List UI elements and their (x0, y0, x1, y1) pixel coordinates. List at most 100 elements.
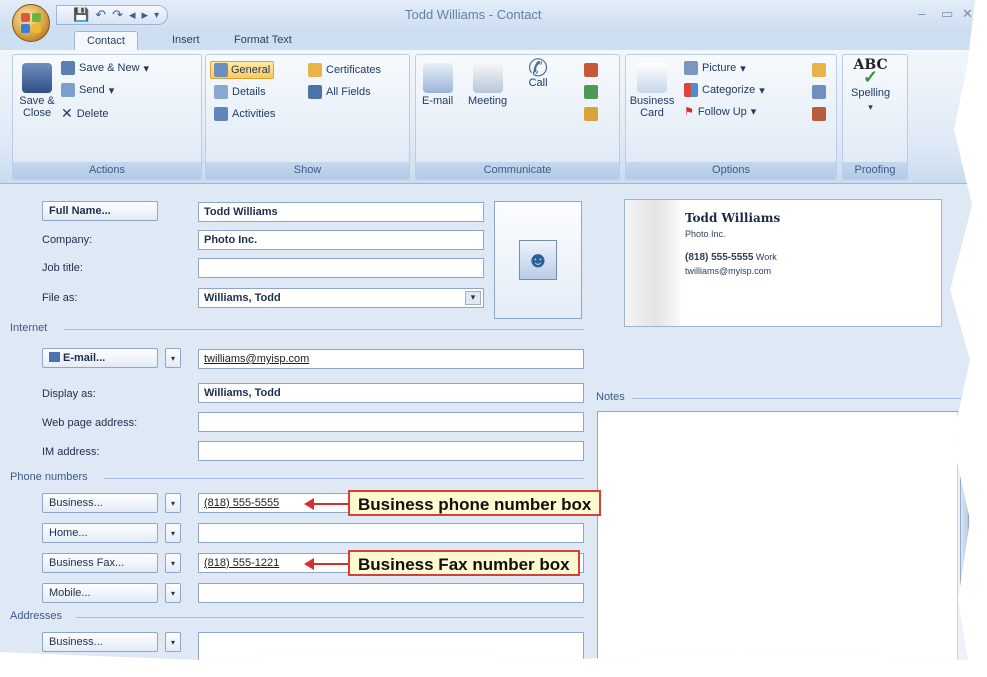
business-card-label: Business Card (629, 95, 675, 119)
email-button[interactable]: E-mail (422, 63, 453, 107)
office-button[interactable] (12, 4, 50, 42)
spelling-label: Spelling (851, 87, 891, 99)
group-label-proofing: Proofing (843, 162, 907, 179)
minimize-button[interactable]: – (918, 6, 925, 21)
send-label: Send (79, 84, 105, 96)
chevron-down-icon[interactable]: ▾ (465, 291, 481, 305)
close-button[interactable]: ✕ (962, 6, 973, 22)
map-icon[interactable] (584, 63, 598, 77)
details-label: Details (232, 86, 266, 98)
business-fax-dropdown[interactable]: ▾ (165, 553, 181, 573)
certificates-button[interactable]: Certificates (308, 63, 381, 77)
file-as-label: File as: (42, 292, 78, 304)
group-actions: Save & Close Save & New ▾ Send ▾ ✕ Delete … (12, 54, 202, 180)
business-address-field[interactable] (198, 632, 584, 660)
home-phone-field[interactable] (198, 523, 584, 543)
check-names-icon[interactable] (812, 107, 826, 121)
business-fax-button[interactable]: Business Fax... (42, 553, 158, 573)
tab-contact[interactable]: Contact (74, 31, 138, 50)
email-field[interactable]: twilliams@myisp.com (198, 349, 584, 369)
group-label-communicate: Communicate (416, 162, 619, 179)
contact-picture-icon: ☻ (519, 240, 557, 280)
call-button[interactable]: ✆ Call (528, 57, 548, 90)
ribbon: Save & Close Save & New ▾ Send ▾ ✕ Delete … (0, 50, 975, 184)
im-address-field[interactable] (198, 441, 584, 461)
picture-button[interactable]: Picture ▾ (684, 61, 746, 75)
next-icon[interactable]: ▸ (142, 7, 149, 23)
business-card-button[interactable]: Business Card (629, 63, 675, 119)
mobile-phone-dropdown[interactable]: ▾ (165, 583, 181, 603)
business-address-dropdown[interactable]: ▾ (165, 632, 181, 652)
meeting-button[interactable]: Meeting (468, 63, 507, 107)
contact-form: Full Name... Todd Williams Company: Phot… (0, 185, 975, 660)
more-icon[interactable] (584, 107, 598, 121)
company-field[interactable]: Photo Inc. (198, 230, 484, 250)
activities-icon (214, 107, 228, 121)
picture-icon (684, 61, 698, 75)
full-name-field[interactable]: Todd Williams (198, 202, 484, 222)
save-icon[interactable]: 💾 (73, 7, 89, 23)
phone-numbers-section: Phone numbers (10, 471, 88, 483)
categorize-button[interactable]: Categorize ▾ (684, 83, 765, 97)
web-page-icon[interactable] (584, 85, 598, 99)
job-title-label: Job title: (42, 262, 83, 274)
save-close-button[interactable]: Save & Close (19, 63, 55, 119)
im-address-label: IM address: (42, 446, 100, 458)
spelling-button[interactable]: ABC ✓ Spelling ▾ (851, 58, 891, 113)
categorize-label: Categorize (702, 84, 756, 96)
add-contact-picture-button[interactable]: ☻ (494, 201, 582, 319)
file-as-field[interactable]: Williams, Todd ▾ (198, 288, 484, 308)
full-name-button[interactable]: Full Name... (42, 201, 158, 221)
maximize-button[interactable]: ▭ (941, 6, 953, 22)
scrollbar-thumb[interactable] (960, 446, 969, 606)
business-fax-callout: Business Fax number box (348, 550, 580, 576)
scroll-up-arrow-icon[interactable]: ▲ (960, 430, 968, 439)
home-phone-dropdown[interactable]: ▾ (165, 523, 181, 543)
email-dropdown-button[interactable]: ▾ (165, 348, 181, 368)
web-page-field[interactable] (198, 412, 584, 432)
contact-window: 💾 ↶ ↷ ◂ ▸ ▾ Todd Williams - Contact – ▭ … (0, 0, 975, 660)
all-fields-label: All Fields (326, 86, 371, 98)
chevron-down-icon: ▾ (108, 84, 115, 97)
follow-up-button[interactable]: ⚑ Follow Up ▾ (684, 105, 756, 119)
undo-icon[interactable]: ↶ (95, 7, 106, 23)
card-name: Todd Williams (685, 211, 781, 225)
card-phone: (818) 555-5555 (685, 252, 754, 263)
all-fields-button[interactable]: All Fields (308, 85, 371, 99)
all-fields-icon (308, 85, 322, 99)
customize-icon[interactable]: ▾ (154, 10, 159, 21)
tab-format-text[interactable]: Format Text (222, 31, 304, 50)
email-label: E-mail (422, 95, 454, 107)
card-phone-line: (818) 555-5555 Work (685, 252, 777, 263)
notes-field[interactable]: ▲ (597, 411, 972, 660)
job-title-field[interactable] (198, 258, 484, 278)
home-phone-button[interactable]: Home... (42, 523, 158, 543)
notes-scrollbar[interactable]: ▲ (957, 412, 971, 660)
activities-button[interactable]: Activities (214, 107, 275, 121)
delete-button[interactable]: ✕ Delete (61, 105, 109, 122)
previous-icon[interactable]: ◂ (129, 7, 136, 23)
business-phone-dropdown[interactable]: ▾ (165, 493, 181, 513)
business-card-preview[interactable]: Todd Williams Photo Inc. (818) 555-5555 … (624, 199, 942, 327)
chevron-down-icon: ▾ (740, 62, 746, 75)
ribbon-tabs: Contact Insert Format Text (0, 28, 975, 50)
details-button[interactable]: Details (214, 85, 266, 99)
address-book-icon[interactable] (812, 85, 826, 99)
save-new-button[interactable]: Save & New ▾ (61, 61, 149, 75)
save-close-label: Save & Close (19, 95, 55, 119)
general-button[interactable]: General (210, 61, 275, 79)
display-as-field[interactable]: Williams, Todd (198, 383, 584, 403)
tab-insert[interactable]: Insert (160, 31, 212, 50)
chevron-down-icon: ▾ (143, 62, 150, 75)
redo-icon[interactable]: ↷ (112, 7, 123, 23)
group-label-options: Options (626, 162, 836, 179)
send-button[interactable]: Send ▾ (61, 83, 114, 97)
email-field-button[interactable]: E-mail... (42, 348, 158, 368)
categorize-icon (684, 83, 698, 97)
business-phone-button[interactable]: Business... (42, 493, 158, 513)
private-icon[interactable] (812, 63, 826, 77)
card-company: Photo Inc. (685, 229, 726, 239)
business-address-button[interactable]: Business... (42, 632, 158, 652)
mobile-phone-field[interactable] (198, 583, 584, 603)
mobile-phone-button[interactable]: Mobile... (42, 583, 158, 603)
